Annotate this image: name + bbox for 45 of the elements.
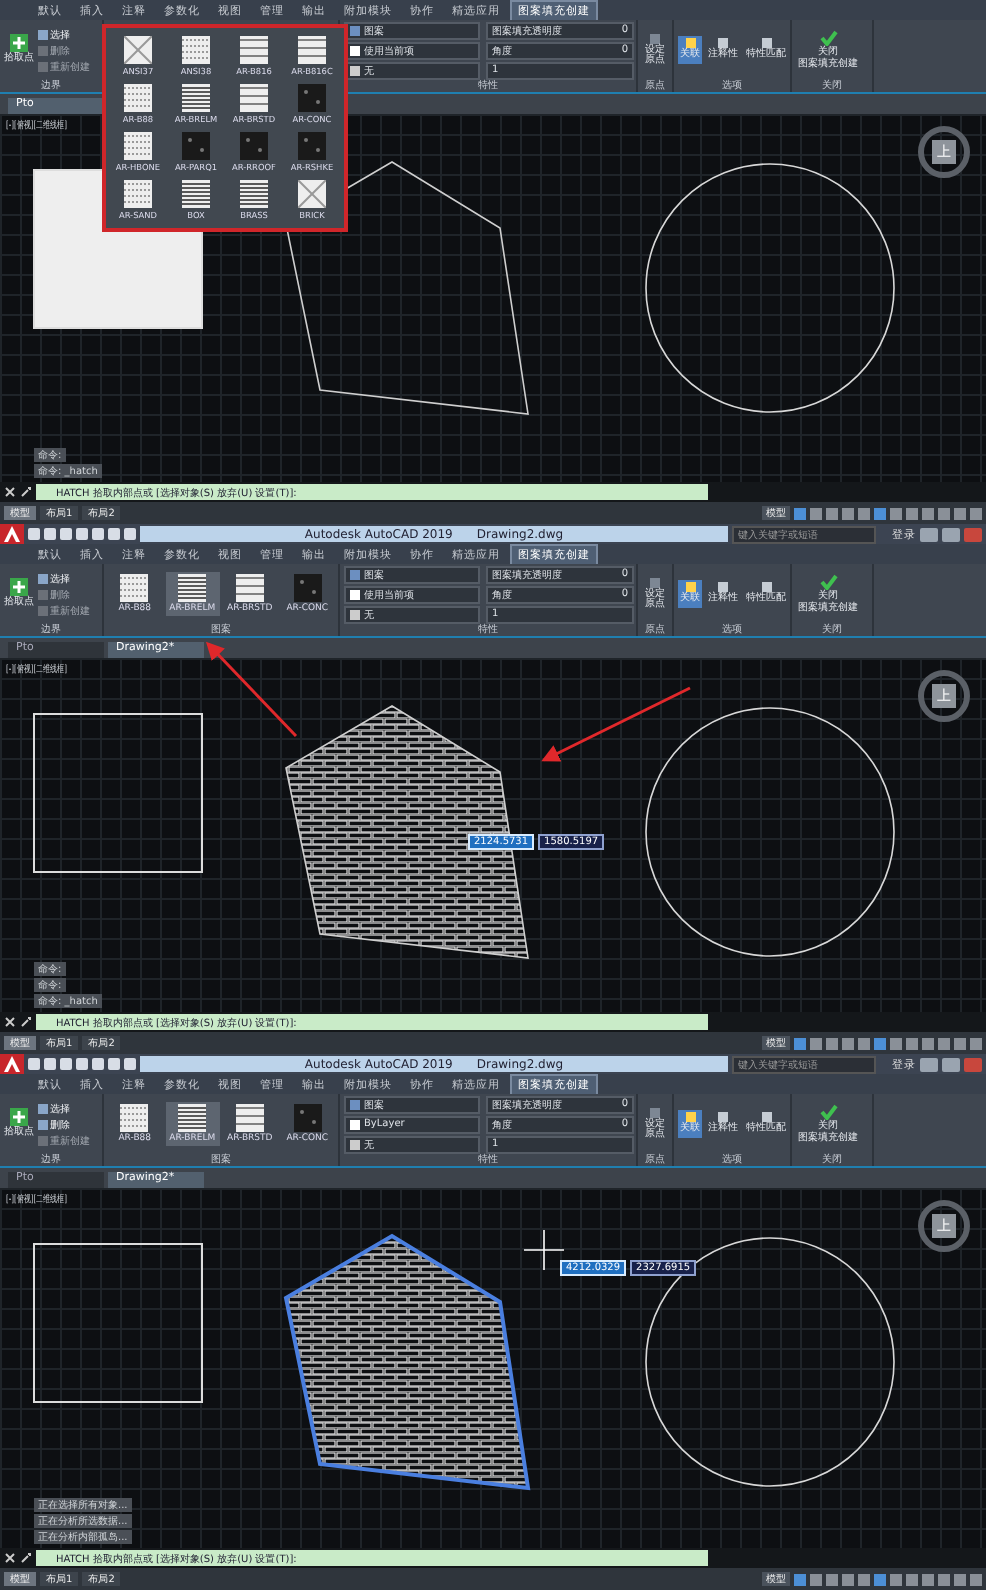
hatch-pattern-icon bbox=[235, 574, 264, 602]
close-button[interactable] bbox=[964, 1057, 982, 1071]
hatch-pattern-icon bbox=[124, 36, 152, 64]
hatch-pattern-icon bbox=[120, 574, 149, 602]
hatch-pattern-icon bbox=[182, 36, 210, 64]
wrench-icon[interactable] bbox=[20, 1552, 32, 1564]
hatch-pattern-icon bbox=[178, 574, 207, 602]
hatch-pattern-icon bbox=[124, 180, 152, 208]
hatch-pattern-icon bbox=[293, 1104, 322, 1132]
hatch-pattern-icon bbox=[293, 574, 322, 602]
hatch-pattern-icon bbox=[298, 180, 326, 208]
hatch-pattern-icon bbox=[124, 84, 152, 112]
app-logo[interactable] bbox=[0, 1054, 24, 1074]
hatch-pattern-icon bbox=[298, 36, 326, 64]
checkmark-icon bbox=[819, 1103, 837, 1119]
hatch-pattern-icon bbox=[240, 180, 268, 208]
wrench-icon[interactable] bbox=[20, 1016, 32, 1028]
hatch-pattern-icon bbox=[178, 1104, 207, 1132]
maximize-button[interactable] bbox=[942, 527, 960, 541]
plus-icon bbox=[10, 34, 28, 53]
hatch-pattern-icon bbox=[235, 1104, 264, 1132]
hatch-pattern-icon bbox=[120, 1104, 149, 1132]
annotation-arrow bbox=[205, 641, 298, 738]
hatch-pattern-icon bbox=[182, 84, 210, 112]
hatch-pattern-icon bbox=[240, 84, 268, 112]
hatch-pattern-icon bbox=[182, 180, 210, 208]
checkmark-icon bbox=[819, 29, 837, 45]
hatch-pattern-icon bbox=[182, 132, 210, 160]
close-icon[interactable] bbox=[4, 486, 16, 498]
close-button[interactable] bbox=[964, 527, 982, 541]
hatch-pattern-icon bbox=[298, 132, 326, 160]
plus-icon bbox=[10, 1108, 28, 1127]
hatch-pattern-icon bbox=[124, 132, 152, 160]
hatch-pattern-icon bbox=[298, 84, 326, 112]
close-icon[interactable] bbox=[4, 1016, 16, 1028]
app-logo[interactable] bbox=[0, 524, 24, 544]
minimize-button[interactable] bbox=[920, 1057, 938, 1071]
minimize-button[interactable] bbox=[920, 527, 938, 541]
maximize-button[interactable] bbox=[942, 1057, 960, 1071]
wrench-icon[interactable] bbox=[20, 486, 32, 498]
plus-icon bbox=[10, 578, 28, 597]
close-icon[interactable] bbox=[4, 1552, 16, 1564]
hatch-pattern-icon bbox=[240, 36, 268, 64]
hatch-pattern-icon bbox=[240, 132, 268, 160]
checkmark-icon bbox=[819, 573, 837, 589]
